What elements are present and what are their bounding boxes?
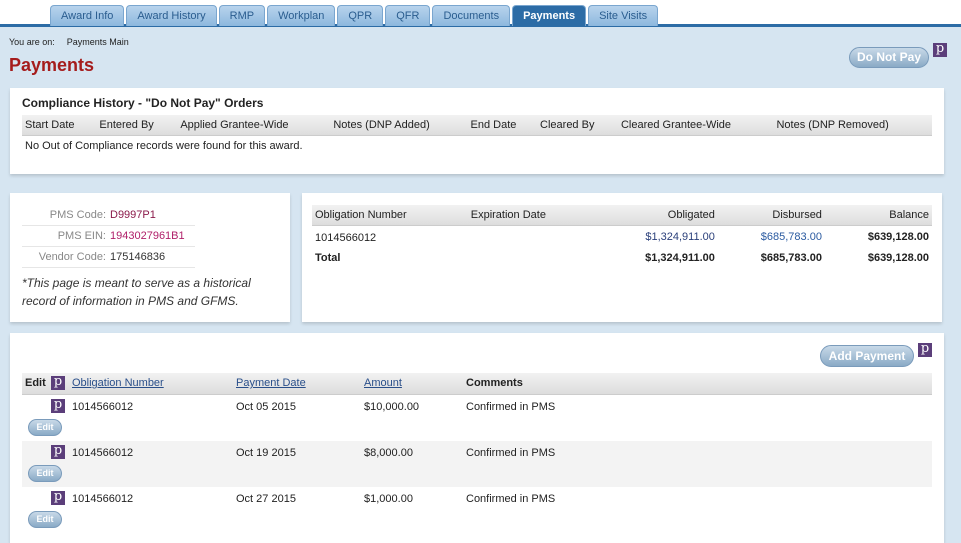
obligation-row: 1014566012 $1,324,911.00 $685,783.00 $639,1… — [312, 226, 932, 249]
vendor-row: Vendor Code: 175146836 — [22, 247, 195, 268]
p-icon[interactable]: p — [933, 42, 947, 57]
vendor-label: Vendor Code: — [38, 251, 106, 263]
tab-award-info[interactable]: Award Info — [50, 5, 125, 26]
obligation-column-header: Obligated — [597, 205, 718, 226]
obligation-number: 1014566012 — [315, 232, 377, 244]
pms-code-value: D9997P1 — [110, 209, 156, 221]
compliance-column-header: Cleared Grantee-Wide — [617, 115, 774, 136]
total-balance: $639,128.00 — [867, 252, 929, 264]
breadcrumb-current: Payments Main — [66, 37, 129, 47]
payment-date: Oct 05 2015 — [236, 401, 296, 413]
edit-payment-button[interactable]: Edit — [28, 511, 62, 528]
pms-code-label: PMS Code: — [49, 209, 106, 221]
tab-qpr[interactable]: QPR — [337, 5, 384, 26]
compliance-column-header: Cleared By — [537, 115, 618, 136]
payment-amount: $8,000.00 — [364, 447, 413, 459]
balance-value: $639,128.00 — [867, 231, 929, 243]
total-label: Total — [315, 252, 341, 264]
payment-amount: $1,000.00 — [364, 493, 413, 505]
top-nav: Award Info Award History RMP Workplan QPR QFR… — [0, 0, 961, 27]
pms-ein-row: PMS EIN: 1943027961B1 — [22, 226, 195, 247]
obligation-column-header: Obligation Number — [312, 205, 468, 226]
comments-header: Comments — [466, 377, 523, 389]
vendor-value: 175146836 — [110, 251, 166, 263]
p-icon[interactable]: p — [51, 398, 65, 413]
edit-header: Edit — [25, 377, 46, 389]
tab-rmp[interactable]: RMP — [218, 5, 266, 26]
edit-payment-button[interactable]: Edit — [28, 419, 62, 436]
tab-site-visits[interactable]: Site Visits — [588, 5, 659, 26]
page-title: Payments — [9, 55, 95, 75]
edit-payment-button[interactable]: Edit — [28, 465, 62, 482]
obligation-column-header: Expiration Date — [467, 205, 598, 226]
payment-row: p 1014566012 Oct 27 2015 $1,000.00 Confi… — [22, 487, 932, 533]
payment-comments: Confirmed in PMS — [466, 493, 556, 505]
tab-award-history[interactable]: Award History — [126, 5, 217, 26]
tab-documents[interactable]: Documents — [432, 5, 511, 26]
compliance-column-header: End Date — [467, 115, 538, 136]
payments-header: Edit p Obligation Number Payment Date Am… — [22, 373, 932, 395]
obligated-value: $1,324,911.00 — [645, 231, 715, 243]
payment-obligation: 1014566012 — [72, 447, 134, 459]
tab-bar: Award Info Award History RMP Workplan QPR QFR… — [50, 5, 660, 26]
sort-obligation-number[interactable]: Obligation Number — [72, 377, 164, 389]
sort-payment-date[interactable]: Payment Date — [236, 377, 306, 389]
payment-obligation: 1014566012 — [72, 401, 134, 413]
payment-row: p 1014566012 Oct 05 2015 $10,000.00 Conf… — [22, 395, 932, 441]
info-panel: PMS Code: D9997P1 PMS EIN: 1943027961B1 Ve… — [10, 193, 290, 322]
compliance-empty-message: No Out of Compliance records were found … — [25, 140, 303, 152]
payment-date: Oct 27 2015 — [236, 493, 296, 505]
pms-ein-value: 1943027961B1 — [110, 230, 185, 242]
total-obligated: $1,324,911.00 — [645, 252, 715, 264]
sort-amount[interactable]: Amount — [364, 377, 402, 389]
pms-code-row: PMS Code: D9997P1 — [22, 205, 195, 226]
payments-panel: Add Payment p Edit p Obligation Number P… — [10, 333, 944, 543]
tab-payments[interactable]: Payments — [512, 5, 587, 26]
breadcrumb-prefix: You are on: — [9, 37, 55, 47]
obligations-panel: Obligation Number Expiration Date Obligate… — [302, 193, 942, 322]
payment-obligation: 1014566012 — [72, 493, 134, 505]
payment-row: p 1014566012 Oct 19 2015 $8,000.00 Confi… — [22, 441, 932, 487]
compliance-panel: Compliance History - "Do Not Pay" Orders… — [10, 88, 944, 174]
total-row: Total $1,324,911.00 $685,783.00 $639,128.00 — [312, 248, 932, 268]
compliance-column-header: Start Date — [22, 115, 97, 136]
do-not-pay-button[interactable]: Do Not Pay — [849, 47, 929, 68]
payment-amount: $10,000.00 — [364, 401, 420, 413]
compliance-column-header: Applied Grantee-Wide — [177, 115, 331, 136]
disbursed-value: $685,783.00 — [760, 231, 822, 243]
obligation-column-header: Balance — [824, 205, 932, 226]
compliance-column-header: Notes (DNP Removed) — [773, 115, 932, 136]
compliance-column-header: Notes (DNP Added) — [330, 115, 468, 136]
payment-date: Oct 19 2015 — [236, 447, 296, 459]
compliance-column-header: Entered By — [96, 115, 178, 136]
pms-ein-label: PMS EIN: — [57, 230, 106, 242]
expiration-date — [468, 226, 597, 249]
historical-note: *This page is meant to serve as a histor… — [22, 276, 251, 308]
breadcrumb: You are on: Payments Main — [9, 37, 141, 47]
compliance-title: Compliance History - "Do Not Pay" Orders — [22, 96, 264, 110]
total-disbursed: $685,783.00 — [760, 252, 822, 264]
payment-comments: Confirmed in PMS — [466, 401, 556, 413]
p-icon[interactable]: p — [51, 490, 65, 505]
tab-workplan[interactable]: Workplan — [267, 5, 336, 26]
payment-comments: Confirmed in PMS — [466, 447, 556, 459]
p-icon[interactable]: p — [51, 375, 65, 390]
add-payment-button[interactable]: Add Payment — [820, 345, 914, 367]
tab-qfr[interactable]: QFR — [385, 5, 431, 26]
p-icon[interactable]: p — [918, 342, 932, 357]
p-icon[interactable]: p — [51, 444, 65, 459]
obligation-column-header: Disbursed — [717, 205, 825, 226]
